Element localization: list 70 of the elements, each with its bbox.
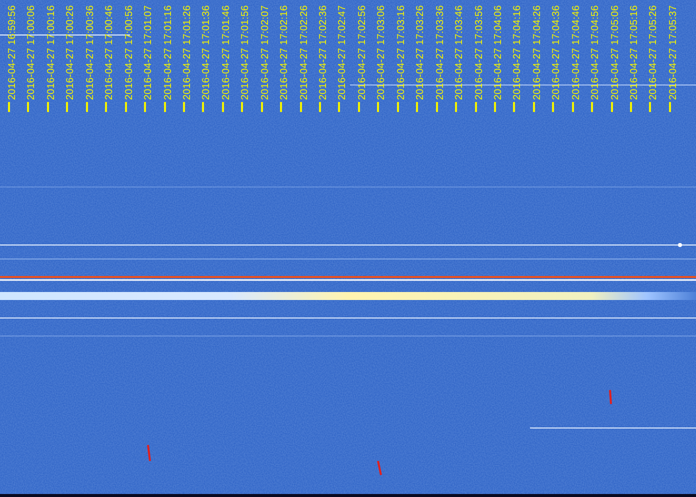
tick-mark — [202, 102, 204, 112]
tick-mark — [416, 102, 418, 112]
timestamp-label: 2016-04-27 17:04:16 — [513, 4, 524, 100]
timestamp-label: 2016-04-27 17:02:47 — [338, 4, 348, 100]
timestamp-label: 2016-04-27 17:02:07 — [260, 4, 271, 100]
tick-mark — [572, 102, 574, 112]
timestamp-label: 2016-04-27 17:01:46 — [222, 4, 232, 100]
timestamp-label: 2016-04-27 17:04:36 — [552, 4, 562, 100]
timestamp-label: 2016-04-27 17:02:16 — [280, 4, 290, 100]
tick-mark — [610, 102, 613, 112]
timestamp-label: 2016-04-27 17:01:07 — [144, 4, 154, 100]
timestamp-label: 2016-04-27 17:03:16 — [396, 4, 407, 100]
tick-mark — [668, 102, 671, 112]
timestamp-label: 2016-04-27 17:00:26 — [66, 4, 76, 100]
tick-mark — [591, 102, 594, 112]
timestamp-label: 2016-04-27 17:03:46 — [455, 4, 466, 100]
tick-mark — [182, 102, 185, 112]
timestamp-label: 2016-04-27 17:01:56 — [241, 4, 252, 100]
tick-mark — [241, 102, 244, 112]
tick-mark — [552, 102, 554, 112]
timestamp-label: 2016-04-27 17:05:26 — [649, 4, 660, 100]
tick-mark — [630, 102, 632, 112]
timestamp-label: 2016-04-27 17:04:06 — [494, 4, 504, 100]
tick-mark — [338, 102, 340, 112]
timestamp-label: 2016-04-27 17:02:56 — [358, 4, 368, 100]
timestamp-label: 2016-04-27 17:02:36 — [319, 4, 329, 100]
tick-mark — [124, 102, 127, 112]
tick-mark — [436, 102, 438, 112]
timestamp-label: 2016-04-27 17:05:16 — [630, 4, 640, 100]
timestamp-label: 2016-04-27 17:00:46 — [105, 4, 116, 100]
tick-mark — [27, 102, 30, 112]
timestamp-label: 2016-04-27 17:02:26 — [300, 4, 310, 100]
timestamp-label: 2016-04-27 17:04:26 — [532, 4, 543, 100]
tick-mark — [358, 102, 360, 112]
tick-mark — [8, 102, 10, 112]
tick-mark — [105, 102, 108, 112]
timestamp-label: 2016-04-27 17:03:26 — [416, 4, 426, 100]
timestamp-label: 2016-04-27 17:00:56 — [124, 4, 135, 100]
tick-mark — [260, 102, 263, 112]
tick-mark — [164, 102, 166, 112]
timestamp-label: 2016-04-27 17:04:46 — [572, 4, 582, 100]
timestamp-label: 2016-04-27 17:01:16 — [164, 4, 174, 100]
tick-mark — [46, 102, 49, 112]
timestamp-label: 2016-04-27 17:00:16 — [46, 4, 57, 100]
tick-mark — [649, 102, 652, 112]
tick-mark — [319, 102, 321, 112]
tick-mark — [86, 102, 88, 112]
tick-mark — [513, 102, 516, 112]
timestamp-label: 2016-04-27 17:01:26 — [182, 4, 193, 100]
tick-mark — [377, 102, 380, 112]
tick-mark — [300, 102, 302, 112]
timestamp-label: 2016-04-27 17:05:06 — [610, 4, 621, 100]
tick-mark — [532, 102, 535, 112]
timestamp-label: 2016-04-27 17:03:36 — [436, 4, 446, 100]
tick-mark — [280, 102, 282, 112]
tick-mark — [66, 102, 68, 112]
timestamp-label: 2016-04-27 17:00:06 — [27, 4, 38, 100]
timestamp-label: 2016-04-27 17:03:56 — [474, 4, 484, 100]
timestamp-label: 2016-04-27 17:01:36 — [202, 4, 212, 100]
timestamp-label: 2016-04-27 16:59:56 — [8, 4, 18, 100]
tick-mark — [474, 102, 476, 112]
tick-mark — [144, 102, 146, 112]
timestamp-label: 2016-04-27 17:05:37 — [668, 4, 679, 100]
timestamp-label: 2016-04-27 17:04:56 — [591, 4, 602, 100]
timestamp-label: 2016-04-27 17:03:06 — [377, 4, 388, 100]
tick-mark — [494, 102, 496, 112]
timestamp-label: 2016-04-27 17:00:36 — [86, 4, 96, 100]
tick-mark — [455, 102, 458, 112]
tick-mark — [396, 102, 399, 112]
tick-mark — [222, 102, 224, 112]
